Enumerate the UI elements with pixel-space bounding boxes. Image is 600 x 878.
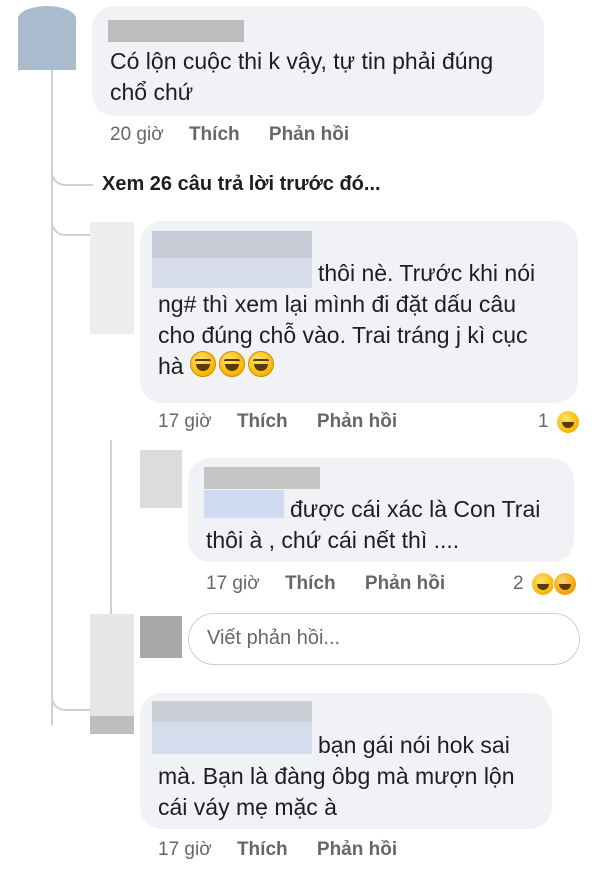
reply-meta: 17 giờ Thích Phản hồi (158, 411, 397, 433)
avatar[interactable] (90, 716, 134, 734)
love-face-reaction-icon (553, 572, 577, 596)
laughing-reaction-icon (556, 410, 580, 434)
reply-text: được cái xác là Con Trai thôi à , chứ cá… (206, 496, 541, 553)
reaction-count[interactable]: 2 (513, 573, 524, 595)
blurred-username (152, 231, 312, 261)
like-button[interactable]: Thích (189, 124, 240, 145)
like-button[interactable]: Thích (237, 411, 288, 432)
reply-text: thôi nè. Trước khi nói ng# thì xem lại m… (158, 260, 536, 379)
timestamp: 17 giờ (158, 839, 212, 860)
reaction-count[interactable]: 1 (538, 411, 549, 433)
timestamp: 17 giờ (158, 411, 212, 432)
laughing-emoji-icon (218, 351, 245, 377)
thread-branch-reply3 (51, 685, 93, 711)
avatar[interactable] (18, 6, 76, 70)
avatar[interactable] (90, 222, 134, 334)
thread-line-nested (110, 440, 112, 620)
comment-text: Có lộn cuộc thi k vậy, tự tin phải đúng … (110, 48, 494, 105)
reply-button[interactable]: Phản hồi (317, 411, 397, 432)
view-previous-replies-link[interactable]: Xem 26 câu trả lời trước đó... (102, 173, 381, 196)
like-button[interactable]: Thích (237, 839, 288, 860)
thread-branch-view-previous (51, 160, 93, 186)
blurred-username (152, 701, 312, 723)
timestamp: 17 giờ (206, 573, 260, 594)
avatar[interactable] (140, 616, 182, 658)
reply-meta: 17 giờ Thích Phản hồi (158, 839, 397, 861)
laughing-emoji-icon (189, 351, 216, 377)
reply-input-placeholder: Viết phản hồi... (207, 627, 341, 649)
reply-button[interactable]: Phản hồi (365, 573, 445, 594)
like-button[interactable]: Thích (285, 573, 336, 594)
laughing-reaction-icon (531, 572, 555, 596)
reply-button[interactable]: Phản hồi (269, 124, 349, 145)
blurred-username (108, 20, 244, 42)
avatar[interactable] (140, 450, 182, 508)
reply-meta: 17 giờ Thích Phản hồi (206, 573, 445, 595)
timestamp: 20 giờ (110, 124, 164, 145)
thread-branch-reply1 (51, 210, 93, 236)
blurred-username (204, 467, 320, 489)
reply-input-box[interactable]: Viết phản hồi... (188, 613, 580, 665)
laughing-emoji-icon (247, 351, 274, 377)
reply-button[interactable]: Phản hồi (317, 839, 397, 860)
reply-text: bạn gái nói hok sai mà. Bạn là đàng ôbg … (158, 732, 515, 820)
comment-meta: 20 giờ Thích Phản hồi (110, 124, 349, 146)
